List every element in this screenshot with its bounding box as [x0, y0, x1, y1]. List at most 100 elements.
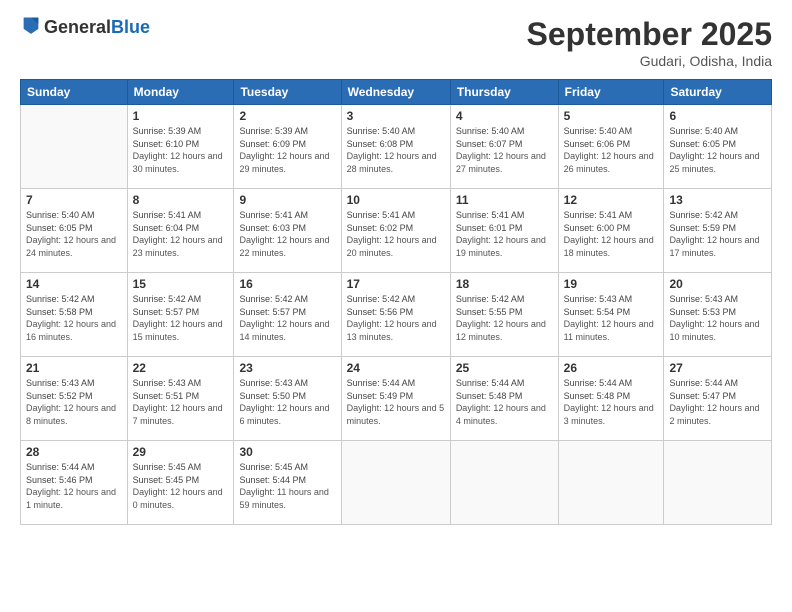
- day-info: Sunrise: 5:41 AMSunset: 6:00 PMDaylight:…: [564, 209, 659, 259]
- calendar-cell-w2-d5: 11 Sunrise: 5:41 AMSunset: 6:01 PMDayligh…: [450, 189, 558, 273]
- day-number: 17: [347, 277, 445, 291]
- day-info: Sunrise: 5:45 AMSunset: 5:44 PMDaylight:…: [239, 461, 335, 511]
- day-info: Sunrise: 5:39 AMSunset: 6:09 PMDaylight:…: [239, 125, 335, 175]
- day-number: 3: [347, 109, 445, 123]
- calendar-cell-w2-d3: 9 Sunrise: 5:41 AMSunset: 6:03 PMDaylight…: [234, 189, 341, 273]
- day-info: Sunrise: 5:44 AMSunset: 5:48 PMDaylight:…: [456, 377, 553, 427]
- calendar-cell-w4-d1: 21Sunrise: 5:43 AMSunset: 5:52 PMDayligh…: [21, 357, 128, 441]
- day-info: Sunrise: 5:42 AMSunset: 5:55 PMDaylight:…: [456, 293, 553, 343]
- day-number: 4: [456, 109, 553, 123]
- calendar-cell-w3-d3: 16Sunrise: 5:42 AMSunset: 5:57 PMDayligh…: [234, 273, 341, 357]
- day-number: 7: [26, 193, 122, 207]
- week-row-5: 28 Sunrise: 5:44 AMSunset: 5:46 PMDayligh…: [21, 441, 772, 525]
- day-info: Sunrise: 5:43 AMSunset: 5:53 PMDaylight:…: [669, 293, 766, 343]
- page: GeneralBlue September 2025 Gudari, Odish…: [0, 0, 792, 612]
- calendar-cell-w3-d4: 17Sunrise: 5:42 AMSunset: 5:56 PMDayligh…: [341, 273, 450, 357]
- week-row-1: 1Sunrise: 5:39 AMSunset: 6:10 PMDaylight…: [21, 105, 772, 189]
- calendar-cell-w4-d3: 23Sunrise: 5:43 AMSunset: 5:50 PMDayligh…: [234, 357, 341, 441]
- day-info: Sunrise: 5:42 AMSunset: 5:58 PMDaylight:…: [26, 293, 122, 343]
- calendar-cell-w1-d7: 6 Sunrise: 5:40 AMSunset: 6:05 PMDaylight…: [664, 105, 772, 189]
- header-monday: Monday: [127, 80, 234, 105]
- day-info: Sunrise: 5:44 AMSunset: 5:48 PMDaylight:…: [564, 377, 659, 427]
- day-number: 2: [239, 109, 335, 123]
- day-info: Sunrise: 5:41 AMSunset: 6:02 PMDaylight:…: [347, 209, 445, 259]
- day-number: 13: [669, 193, 766, 207]
- logo-icon: [22, 14, 40, 34]
- day-info: Sunrise: 5:41 AMSunset: 6:03 PMDaylight:…: [239, 209, 335, 259]
- day-info: Sunrise: 5:43 AMSunset: 5:54 PMDaylight:…: [564, 293, 659, 343]
- day-info: Sunrise: 5:44 AMSunset: 5:46 PMDaylight:…: [26, 461, 122, 511]
- day-number: 14: [26, 277, 122, 291]
- week-row-3: 14 Sunrise: 5:42 AMSunset: 5:58 PMDayligh…: [21, 273, 772, 357]
- header-saturday: Saturday: [664, 80, 772, 105]
- day-info: Sunrise: 5:40 AMSunset: 6:05 PMDaylight:…: [26, 209, 122, 259]
- calendar-cell-w3-d2: 15Sunrise: 5:42 AMSunset: 5:57 PMDayligh…: [127, 273, 234, 357]
- calendar-cell-w4-d6: 26Sunrise: 5:44 AMSunset: 5:48 PMDayligh…: [558, 357, 664, 441]
- day-number: 30: [239, 445, 335, 459]
- calendar-cell-w1-d2: 1Sunrise: 5:39 AMSunset: 6:10 PMDaylight…: [127, 105, 234, 189]
- month-title: September 2025: [527, 16, 772, 53]
- day-info: Sunrise: 5:42 AMSunset: 5:57 PMDaylight:…: [239, 293, 335, 343]
- calendar-cell-w1-d4: 3Sunrise: 5:40 AMSunset: 6:08 PMDaylight…: [341, 105, 450, 189]
- day-number: 6: [669, 109, 766, 123]
- location-subtitle: Gudari, Odisha, India: [527, 53, 772, 69]
- calendar-cell-w5-d2: 29Sunrise: 5:45 AMSunset: 5:45 PMDayligh…: [127, 441, 234, 525]
- day-number: 19: [564, 277, 659, 291]
- logo: GeneralBlue: [20, 16, 150, 39]
- day-number: 24: [347, 361, 445, 375]
- calendar-cell-w5-d7: [664, 441, 772, 525]
- day-info: Sunrise: 5:43 AMSunset: 5:50 PMDaylight:…: [239, 377, 335, 427]
- week-row-2: 7 Sunrise: 5:40 AMSunset: 6:05 PMDaylight…: [21, 189, 772, 273]
- day-number: 9: [239, 193, 335, 207]
- day-info: Sunrise: 5:44 AMSunset: 5:49 PMDaylight:…: [347, 377, 445, 427]
- calendar-cell-w2-d4: 10 Sunrise: 5:41 AMSunset: 6:02 PMDayligh…: [341, 189, 450, 273]
- day-info: Sunrise: 5:41 AMSunset: 6:04 PMDaylight:…: [133, 209, 229, 259]
- day-number: 18: [456, 277, 553, 291]
- header-friday: Friday: [558, 80, 664, 105]
- header: GeneralBlue September 2025 Gudari, Odish…: [20, 16, 772, 69]
- day-info: Sunrise: 5:42 AMSunset: 5:59 PMDaylight:…: [669, 209, 766, 259]
- day-info: Sunrise: 5:40 AMSunset: 6:05 PMDaylight:…: [669, 125, 766, 175]
- day-number: 10: [347, 193, 445, 207]
- day-number: 8: [133, 193, 229, 207]
- calendar-cell-w3-d7: 20 Sunrise: 5:43 AMSunset: 5:53 PMDayligh…: [664, 273, 772, 357]
- title-block: September 2025 Gudari, Odisha, India: [527, 16, 772, 69]
- calendar-cell-w2-d1: 7 Sunrise: 5:40 AMSunset: 6:05 PMDaylight…: [21, 189, 128, 273]
- calendar-cell-w1-d3: 2 Sunrise: 5:39 AMSunset: 6:09 PMDaylight…: [234, 105, 341, 189]
- calendar-cell-w5-d4: [341, 441, 450, 525]
- calendar-cell-w5-d3: 30 Sunrise: 5:45 AMSunset: 5:44 PMDayligh…: [234, 441, 341, 525]
- day-number: 1: [133, 109, 229, 123]
- day-number: 27: [669, 361, 766, 375]
- calendar-cell-w4-d4: 24 Sunrise: 5:44 AMSunset: 5:49 PMDayligh…: [341, 357, 450, 441]
- day-info: Sunrise: 5:40 AMSunset: 6:06 PMDaylight:…: [564, 125, 659, 175]
- day-info: Sunrise: 5:40 AMSunset: 6:07 PMDaylight:…: [456, 125, 553, 175]
- logo-blue-text: Blue: [111, 17, 150, 37]
- logo-general-text: General: [44, 17, 111, 37]
- day-number: 11: [456, 193, 553, 207]
- day-number: 12: [564, 193, 659, 207]
- header-sunday: Sunday: [21, 80, 128, 105]
- calendar-cell-w4-d2: 22 Sunrise: 5:43 AMSunset: 5:51 PMDayligh…: [127, 357, 234, 441]
- calendar-cell-w5-d1: 28 Sunrise: 5:44 AMSunset: 5:46 PMDayligh…: [21, 441, 128, 525]
- day-number: 28: [26, 445, 122, 459]
- header-wednesday: Wednesday: [341, 80, 450, 105]
- day-number: 22: [133, 361, 229, 375]
- calendar-table: Sunday Monday Tuesday Wednesday Thursday…: [20, 79, 772, 525]
- day-info: Sunrise: 5:43 AMSunset: 5:52 PMDaylight:…: [26, 377, 122, 427]
- calendar-cell-w3-d5: 18 Sunrise: 5:42 AMSunset: 5:55 PMDayligh…: [450, 273, 558, 357]
- day-info: Sunrise: 5:43 AMSunset: 5:51 PMDaylight:…: [133, 377, 229, 427]
- calendar-cell-w1-d1: [21, 105, 128, 189]
- day-info: Sunrise: 5:41 AMSunset: 6:01 PMDaylight:…: [456, 209, 553, 259]
- header-thursday: Thursday: [450, 80, 558, 105]
- calendar-cell-w2-d6: 12 Sunrise: 5:41 AMSunset: 6:00 PMDayligh…: [558, 189, 664, 273]
- week-row-4: 21Sunrise: 5:43 AMSunset: 5:52 PMDayligh…: [21, 357, 772, 441]
- calendar-cell-w3-d1: 14 Sunrise: 5:42 AMSunset: 5:58 PMDayligh…: [21, 273, 128, 357]
- day-info: Sunrise: 5:44 AMSunset: 5:47 PMDaylight:…: [669, 377, 766, 427]
- header-tuesday: Tuesday: [234, 80, 341, 105]
- calendar-cell-w1-d5: 4 Sunrise: 5:40 AMSunset: 6:07 PMDaylight…: [450, 105, 558, 189]
- calendar-cell-w1-d6: 5Sunrise: 5:40 AMSunset: 6:06 PMDaylight…: [558, 105, 664, 189]
- day-number: 20: [669, 277, 766, 291]
- calendar-cell-w2-d7: 13 Sunrise: 5:42 AMSunset: 5:59 PMDayligh…: [664, 189, 772, 273]
- day-number: 15: [133, 277, 229, 291]
- day-number: 25: [456, 361, 553, 375]
